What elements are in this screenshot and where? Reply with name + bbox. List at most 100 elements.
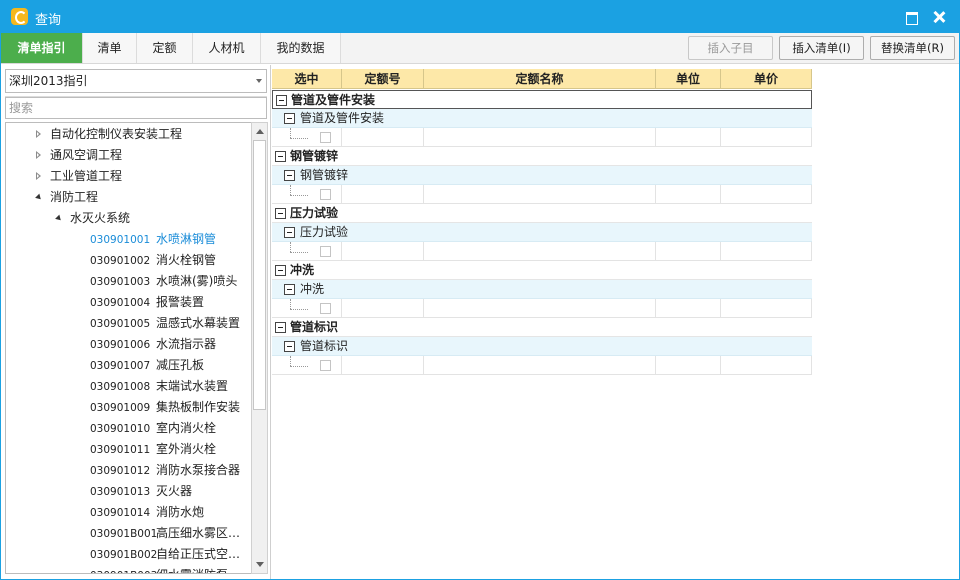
subgroup-row[interactable]: 冲洗 bbox=[272, 280, 812, 299]
table-cell[interactable] bbox=[272, 356, 342, 375]
tab-list[interactable]: 清单 bbox=[83, 33, 137, 63]
tree-item-code-row[interactable]: 030901004 报警装置 bbox=[90, 292, 204, 313]
table-row[interactable] bbox=[272, 242, 812, 261]
table-cell[interactable] bbox=[424, 242, 656, 261]
col-price[interactable]: 单价 bbox=[721, 69, 812, 89]
collapse-minus-icon[interactable] bbox=[284, 284, 295, 295]
caret-collapsed-icon[interactable] bbox=[36, 130, 41, 138]
scroll-up-icon[interactable] bbox=[256, 129, 264, 134]
table-row[interactable] bbox=[272, 356, 812, 375]
tree-item-code-row[interactable]: 030901013 灭火器 bbox=[90, 481, 192, 502]
collapse-minus-icon[interactable] bbox=[284, 341, 295, 352]
table-cell[interactable] bbox=[656, 185, 721, 204]
table-cell[interactable] bbox=[656, 356, 721, 375]
select-checkbox[interactable] bbox=[320, 303, 331, 314]
collapse-minus-icon[interactable] bbox=[275, 151, 286, 162]
tree-item-code-row[interactable]: 030901005 温感式水幕装置 bbox=[90, 313, 240, 334]
col-quota-code[interactable]: 定额号 bbox=[342, 69, 424, 89]
table-cell[interactable] bbox=[424, 185, 656, 204]
select-checkbox[interactable] bbox=[320, 360, 331, 371]
tree-item-code-row[interactable]: 030901B002自给正压式空… bbox=[90, 544, 240, 565]
tree-item-code-row[interactable]: 030901012 消防水泵接合器 bbox=[90, 460, 240, 481]
collapse-minus-icon[interactable] bbox=[284, 227, 295, 238]
table-cell[interactable] bbox=[342, 185, 424, 204]
tab-my-data[interactable]: 我的数据 bbox=[261, 33, 341, 63]
tree-item-code-row[interactable]: 030901006 水流指示器 bbox=[90, 334, 216, 355]
table-cell[interactable] bbox=[342, 356, 424, 375]
tree-item-code-row[interactable]: 030901011 室外消火栓 bbox=[90, 439, 216, 460]
table-cell[interactable] bbox=[272, 128, 342, 147]
scroll-down-icon[interactable] bbox=[256, 562, 264, 567]
table-cell[interactable] bbox=[656, 128, 721, 147]
group-row[interactable]: 管道及管件安装 bbox=[272, 90, 812, 109]
search-input[interactable] bbox=[5, 97, 267, 119]
caret-collapsed-icon[interactable] bbox=[36, 172, 41, 180]
col-select[interactable]: 选中 bbox=[272, 69, 342, 89]
tab-quota[interactable]: 定额 bbox=[137, 33, 193, 63]
insert-list-button[interactable]: 插入清单(I) bbox=[779, 36, 864, 60]
maximize-icon[interactable] bbox=[901, 7, 921, 27]
tree-item-code-row[interactable]: 030901B003细水雾消防泵… bbox=[90, 565, 240, 573]
table-cell[interactable] bbox=[721, 185, 812, 204]
table-cell[interactable] bbox=[656, 242, 721, 261]
table-cell[interactable] bbox=[721, 299, 812, 318]
tab-list-guide[interactable]: 清单指引 bbox=[1, 33, 83, 63]
collapse-minus-icon[interactable] bbox=[275, 265, 286, 276]
group-row[interactable]: 压力试验 bbox=[272, 204, 812, 223]
table-row[interactable] bbox=[272, 299, 812, 318]
subgroup-row[interactable]: 压力试验 bbox=[272, 223, 812, 242]
insert-child-button[interactable]: 插入子目 bbox=[688, 36, 773, 60]
tree-item-code-row[interactable]: 030901001 水喷淋钢管 bbox=[90, 229, 216, 250]
collapse-minus-icon[interactable] bbox=[276, 95, 287, 106]
col-quota-name[interactable]: 定额名称 bbox=[424, 69, 656, 89]
tree-item-code-row[interactable]: 030901009 集热板制作安装 bbox=[90, 397, 240, 418]
subgroup-row[interactable]: 管道及管件安装 bbox=[272, 109, 812, 128]
select-checkbox[interactable] bbox=[320, 189, 331, 200]
collapse-minus-icon[interactable] bbox=[284, 113, 295, 124]
tree-item-code-row[interactable]: 030901007 减压孔板 bbox=[90, 355, 204, 376]
table-cell[interactable] bbox=[342, 242, 424, 261]
table-cell[interactable] bbox=[272, 185, 342, 204]
group-row[interactable]: 冲洗 bbox=[272, 261, 812, 280]
table-row[interactable] bbox=[272, 185, 812, 204]
replace-list-button[interactable]: 替换清单(R) bbox=[870, 36, 955, 60]
caret-expanded-icon[interactable] bbox=[55, 214, 63, 223]
table-cell[interactable] bbox=[272, 299, 342, 318]
chevron-down-icon[interactable] bbox=[256, 79, 262, 83]
collapse-minus-icon[interactable] bbox=[284, 170, 295, 181]
table-cell[interactable] bbox=[656, 299, 721, 318]
subgroup-row[interactable]: 管道标识 bbox=[272, 337, 812, 356]
group-row[interactable]: 管道标识 bbox=[272, 318, 812, 337]
caret-expanded-icon[interactable] bbox=[35, 193, 43, 202]
title-bar[interactable]: 查询 bbox=[1, 1, 959, 33]
tree-item-code-row[interactable]: 030901008 末端试水装置 bbox=[90, 376, 228, 397]
collapse-minus-icon[interactable] bbox=[275, 322, 286, 333]
select-checkbox[interactable] bbox=[320, 246, 331, 257]
table-cell[interactable] bbox=[721, 128, 812, 147]
caret-collapsed-icon[interactable] bbox=[36, 151, 41, 159]
tree-item-code-row[interactable]: 030901002 消火栓钢管 bbox=[90, 250, 216, 271]
close-icon[interactable] bbox=[929, 7, 949, 27]
table-cell[interactable] bbox=[272, 242, 342, 261]
select-checkbox[interactable] bbox=[320, 132, 331, 143]
col-unit[interactable]: 单位 bbox=[656, 69, 721, 89]
table-cell[interactable] bbox=[721, 242, 812, 261]
table-cell[interactable] bbox=[342, 128, 424, 147]
collapse-minus-icon[interactable] bbox=[275, 208, 286, 219]
tab-labor-material-machine[interactable]: 人材机 bbox=[193, 33, 261, 63]
subgroup-row[interactable]: 钢管镀锌 bbox=[272, 166, 812, 185]
table-cell[interactable] bbox=[342, 299, 424, 318]
table-cell[interactable] bbox=[424, 128, 656, 147]
scrollbar-thumb[interactable] bbox=[253, 140, 266, 410]
tree-item-code-row[interactable]: 030901B001高压细水雾区… bbox=[90, 523, 240, 544]
table-cell[interactable] bbox=[721, 356, 812, 375]
tree-scrollbar[interactable] bbox=[251, 122, 268, 574]
tree-item-code-row[interactable]: 030901010 室内消火栓 bbox=[90, 418, 216, 439]
tree-item-code-row[interactable]: 030901014 消防水炮 bbox=[90, 502, 204, 523]
guide-select[interactable]: 深圳2013指引 bbox=[5, 69, 267, 93]
table-cell[interactable] bbox=[424, 299, 656, 318]
table-row[interactable] bbox=[272, 128, 812, 147]
group-row[interactable]: 钢管镀锌 bbox=[272, 147, 812, 166]
tree-item-code-row[interactable]: 030901003 水喷淋(雾)喷头 bbox=[90, 271, 237, 292]
table-cell[interactable] bbox=[424, 356, 656, 375]
